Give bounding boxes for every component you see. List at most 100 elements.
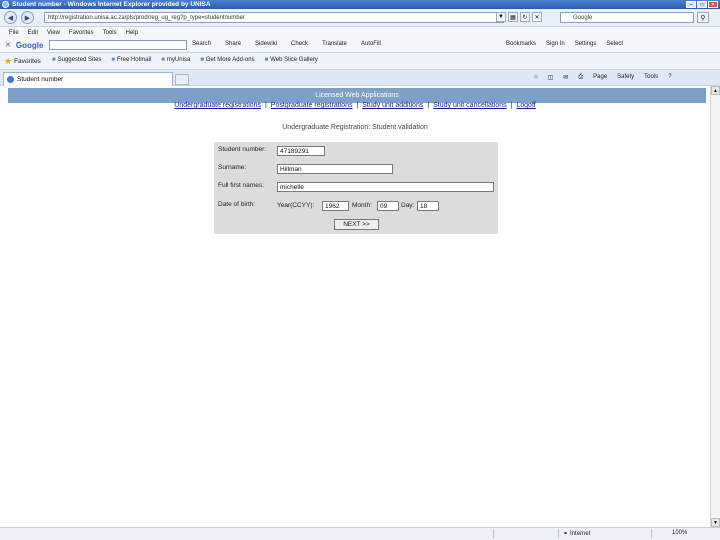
month-input[interactable]: 09	[377, 201, 399, 211]
back-button[interactable]: ◀	[4, 11, 17, 24]
google-logo: Google	[15, 40, 44, 50]
menu-favorites[interactable]: Favorites	[69, 30, 94, 36]
google-autofill-button[interactable]: AutoFill	[361, 41, 381, 47]
favorite-link[interactable]: Free Hotmail	[111, 57, 151, 63]
zoom-level[interactable]: 100%	[672, 530, 687, 536]
dropdown-arrow-icon[interactable]: ▼	[496, 12, 506, 22]
security-zone[interactable]: ⚭ Internet	[563, 530, 591, 538]
link-study-unit-cancellations[interactable]: Study unit cancellations	[433, 102, 507, 109]
day-label: Day:	[401, 202, 415, 209]
google-search-button[interactable]: Search	[192, 41, 211, 47]
google-share-button[interactable]: Share	[225, 41, 241, 47]
star-icon: ★	[4, 55, 13, 66]
favorite-links: Suggested Sites Free Hotmail myUnisa Get…	[52, 57, 318, 63]
sign-in-button[interactable]: Sign In	[546, 41, 565, 47]
favorite-link[interactable]: Web Slice Gallery	[265, 57, 318, 63]
page-icon	[7, 76, 14, 83]
print-icon[interactable]: ⎙	[578, 74, 583, 81]
close-toolbar-icon[interactable]: ✕	[5, 41, 11, 49]
settings-button[interactable]: Settings	[575, 41, 597, 47]
link-postgraduate-registrations[interactable]: Postgraduate registrations	[271, 102, 353, 109]
link-separator: |	[427, 102, 430, 109]
close-window-button[interactable]: ✕	[708, 1, 718, 8]
tab-student-number[interactable]: Student number	[3, 72, 173, 86]
menu-bar: File Edit View Favorites Tools Help	[0, 27, 720, 38]
favorite-link[interactable]: Get More Add-ons	[200, 57, 255, 63]
link-logoff[interactable]: Logoff	[516, 102, 535, 109]
scroll-down-icon[interactable]: ▼	[711, 518, 720, 527]
link-separator: |	[510, 102, 513, 109]
google-sidewiki-button[interactable]: Sidewiki	[255, 41, 277, 47]
day-value: 18	[420, 202, 428, 210]
maximize-button[interactable]: □	[697, 1, 707, 8]
address-tools: ▼ ▦ ↻ ✕	[496, 12, 542, 22]
address-toolbar: ◀ ▶ http://registration.unisa.ac.za/pls/…	[0, 9, 720, 27]
bookmarks-button[interactable]: Bookmarks	[506, 41, 536, 47]
student-number-value: 47189291	[280, 147, 309, 155]
surname-label: Surname:	[218, 164, 247, 171]
student-number-input[interactable]: 47189291	[277, 146, 325, 156]
select-button[interactable]: Select	[606, 41, 623, 47]
ie-logo-icon	[2, 1, 9, 8]
favorites-button[interactable]: ★ Favorites	[4, 56, 41, 67]
page-subtitle: Undergraduate Registration: Student vali…	[282, 124, 428, 131]
status-divider	[493, 529, 494, 539]
year-input[interactable]: 1962	[322, 201, 349, 211]
google-toolbar: ✕ Google Search Share Sidewiki Check Tra…	[0, 38, 720, 53]
minimize-button[interactable]: –	[686, 1, 696, 8]
google-translate-button[interactable]: Translate	[322, 41, 347, 47]
address-url: http://registration.unisa.ac.za/pls/prod…	[48, 14, 245, 21]
menu-file[interactable]: File	[9, 30, 19, 36]
student-number-label: Student number:	[218, 146, 267, 153]
full-first-names-input[interactable]: michelle	[277, 182, 494, 192]
window-controls: – □ ✕	[686, 1, 718, 8]
page-menu[interactable]: Page	[593, 74, 607, 81]
favorites-label: Favorites	[14, 57, 41, 65]
new-tab-button[interactable]	[175, 74, 189, 85]
feeds-icon[interactable]: ◫	[548, 74, 554, 81]
search-input[interactable]: Google	[560, 12, 694, 23]
day-input[interactable]: 18	[417, 201, 439, 211]
tools-menu[interactable]: Tools	[644, 74, 658, 81]
menu-view[interactable]: View	[47, 30, 60, 36]
home-icon[interactable]: ⌂	[534, 74, 538, 81]
favorite-link[interactable]: myUnisa	[161, 57, 190, 63]
google-check-button[interactable]: Check	[291, 41, 308, 47]
surname-input[interactable]: Hillman	[277, 164, 393, 174]
window-title: Student number - Windows Internet Explor…	[12, 1, 211, 8]
search-icon[interactable]: ⚲	[697, 12, 709, 23]
link-separator: |	[265, 102, 267, 109]
compatibility-icon[interactable]: ▦	[508, 12, 518, 22]
google-tools: Search Share Sidewiki Check Translate Au…	[192, 41, 381, 47]
forward-button[interactable]: ▶	[21, 11, 34, 24]
validation-form: Student number: 47189291 Surname: Hillma…	[214, 142, 498, 234]
date-of-birth-label: Date of birth:	[218, 201, 256, 208]
month-value: 09	[380, 202, 388, 210]
vertical-scrollbar[interactable]: ▲ ▼	[710, 86, 720, 527]
refresh-icon[interactable]: ↻	[520, 12, 530, 22]
page-content: Licensed Web Applications Undergraduate …	[0, 86, 710, 527]
scroll-up-icon[interactable]: ▲	[711, 86, 720, 95]
full-first-names-label: Full first names:	[218, 182, 264, 189]
full-first-names-value: michelle	[280, 183, 304, 191]
next-button[interactable]: NEXT >>	[334, 219, 379, 230]
stop-icon[interactable]: ✕	[532, 12, 542, 22]
address-input[interactable]: http://registration.unisa.ac.za/pls/prod…	[44, 12, 504, 23]
link-study-unit-additions[interactable]: Study unit additions	[362, 102, 423, 109]
link-separator: |	[356, 102, 359, 109]
help-icon[interactable]: ?	[668, 74, 671, 81]
google-search-input[interactable]	[49, 40, 187, 50]
globe-icon: ⚭	[563, 531, 569, 537]
menu-tools[interactable]: Tools	[103, 30, 117, 36]
safety-menu[interactable]: Safety	[617, 74, 634, 81]
zone-label: Internet	[570, 530, 591, 537]
menu-edit[interactable]: Edit	[28, 30, 38, 36]
google-right-tools: Bookmarks Sign In Settings Select	[506, 41, 623, 47]
status-divider	[651, 529, 652, 539]
menu-help[interactable]: Help	[126, 30, 138, 36]
link-undergraduate-registrations[interactable]: Undergraduate registrations	[174, 102, 261, 109]
search-engine-label: Google	[573, 14, 593, 21]
nav-links: Undergraduate registrations | Postgradua…	[0, 102, 710, 109]
mail-icon[interactable]: ✉	[563, 74, 568, 81]
favorite-link[interactable]: Suggested Sites	[52, 57, 102, 63]
